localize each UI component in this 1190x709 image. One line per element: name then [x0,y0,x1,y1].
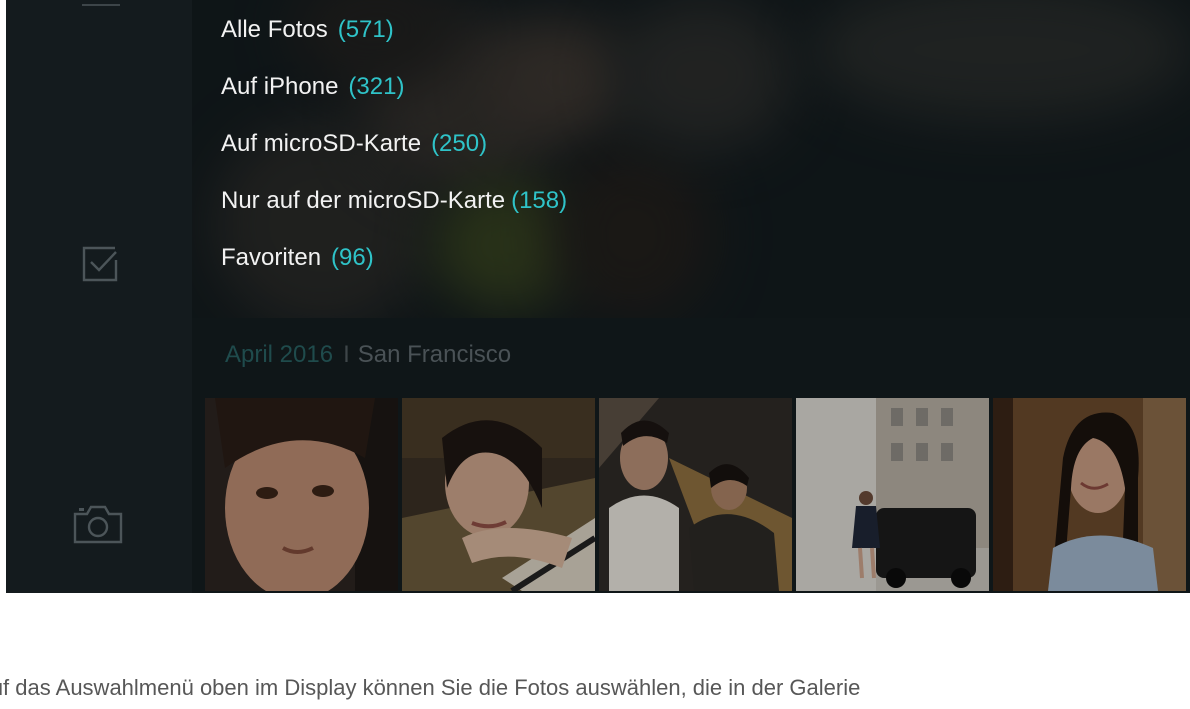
photo-thumbnail[interactable] [205,398,398,591]
select-checkbox-icon[interactable] [78,240,124,284]
photo-thumbnail[interactable] [599,398,792,591]
section-separator: I [343,341,350,368]
menu-item-only-microsd[interactable]: Nur auf der microSD-Karte (158) [221,183,567,240]
photo-thumbnail[interactable] [993,398,1186,591]
menu-item-count: (571) [337,16,394,43]
menu-item-on-iphone[interactable]: Auf iPhone (321) [221,69,567,126]
menu-item-label: Auf iPhone [221,73,339,100]
menu-item-all-photos[interactable]: Alle Fotos (571) [221,12,567,69]
photo-grid [205,398,1186,591]
menu-item-label: Alle Fotos [221,16,328,43]
menu-icon[interactable] [82,4,120,6]
app-screenshot: Alle Fotos (571) Auf iPhone (321) Auf micr… [6,0,1190,593]
menu-item-label: Auf microSD-Karte [221,130,422,157]
article-caption-text: en auf das Auswahlmenü oben im Display k… [0,675,861,700]
camera-icon[interactable] [70,502,126,546]
menu-item-on-microsd[interactable]: Auf microSD-Karte (250) [221,126,567,183]
page: Alle Fotos (571) Auf iPhone (321) Auf micr… [0,0,1190,709]
menu-item-count: (96) [331,244,374,271]
photo-thumbnail[interactable] [796,398,989,591]
menu-item-label: Nur auf der microSD-Karte [221,187,506,214]
sidebar [6,0,192,593]
menu-item-count: (321) [348,73,405,100]
photo-thumbnail[interactable] [402,398,595,591]
menu-item-count: (158) [511,187,568,214]
gallery-main: Alle Fotos (571) Auf iPhone (321) Auf micr… [192,0,1190,593]
section-date: April 2016 [225,341,334,368]
album-filter-menu: Alle Fotos (571) Auf iPhone (321) Auf micr… [221,12,567,297]
menu-item-count: (250) [431,130,488,157]
menu-item-favorites[interactable]: Favoriten (96) [221,240,567,297]
section-location: San Francisco [357,341,512,368]
section-header: April 2016 I San Francisco [225,341,511,369]
menu-item-label: Favoriten [221,244,322,271]
